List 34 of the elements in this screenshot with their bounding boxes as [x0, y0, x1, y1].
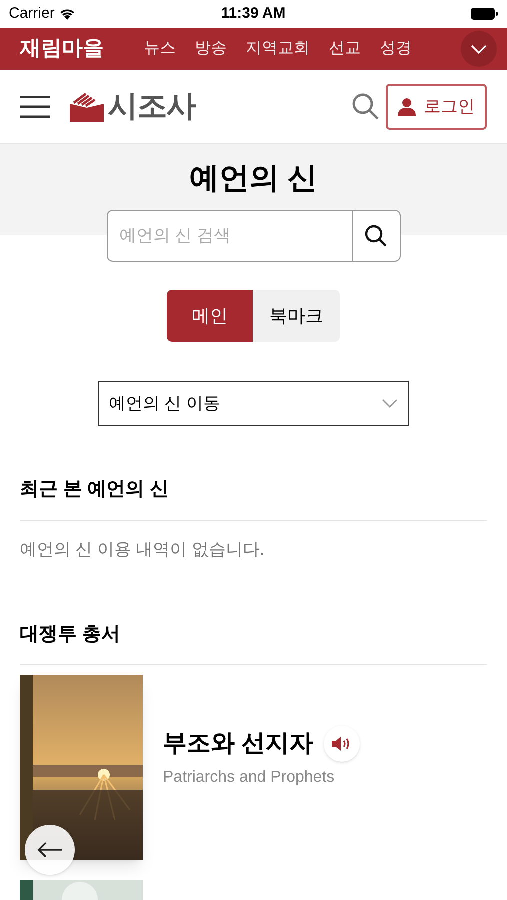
nav-link[interactable]: 지역교회: [246, 37, 310, 61]
nav-link[interactable]: 성경: [380, 37, 412, 61]
nav-link[interactable]: 선교: [329, 37, 361, 61]
speaker-icon: [332, 736, 352, 752]
site-brand[interactable]: 재림마을: [20, 33, 104, 65]
nav-link[interactable]: 방송: [195, 37, 227, 61]
expand-button[interactable]: [461, 31, 497, 67]
empty-message: 예언의 신 이용 내역이 없습니다.: [20, 538, 265, 560]
battery-icon: [470, 8, 498, 20]
search-icon[interactable]: [352, 92, 380, 120]
page-title: 예언의 신: [189, 161, 318, 197]
wifi-icon: [58, 8, 76, 20]
chevron-down-icon: [382, 399, 398, 408]
section-heading: 대쟁투 총서: [20, 620, 487, 665]
section-heading: 최근 본 예언의 신: [20, 476, 487, 520]
login-button[interactable]: 로그인: [386, 84, 487, 130]
audio-button[interactable]: [324, 726, 360, 762]
dropdown[interactable]: 예언의 신 이동: [98, 381, 409, 426]
menu-icon[interactable]: [20, 96, 50, 118]
carrier-text: Carrier: [9, 4, 55, 24]
site-logo-text[interactable]: 시조사: [108, 92, 196, 122]
search-icon: [364, 224, 388, 248]
nav-link[interactable]: 뉴스: [144, 37, 176, 61]
book-subtitle: Patriarchs and Prophets: [163, 768, 336, 788]
status-time: 11:39 AM: [221, 4, 286, 24]
search-button[interactable]: [352, 210, 400, 262]
arrow-left-icon: [37, 842, 63, 858]
book-logo-icon: [70, 92, 104, 122]
user-icon: [398, 98, 416, 116]
tab[interactable]: 메인: [167, 290, 253, 342]
tab[interactable]: 북마크: [253, 290, 340, 342]
chevron-down-icon: [471, 44, 487, 54]
search-field[interactable]: 예언의 신 검색: [106, 210, 352, 262]
book-title[interactable]: 부조와 선지자: [163, 726, 314, 762]
